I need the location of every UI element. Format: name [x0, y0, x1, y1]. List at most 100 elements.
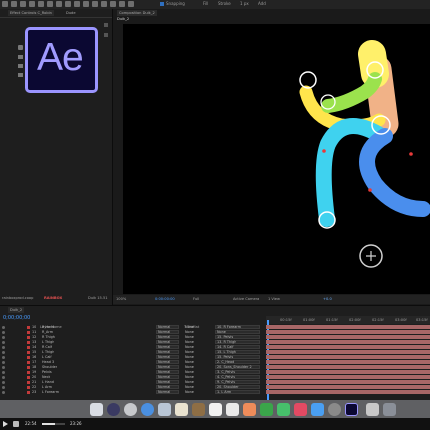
clone-tool-icon[interactable]	[101, 1, 107, 7]
messages-icon[interactable]	[260, 403, 273, 416]
effect-controls-tab[interactable]: Effect Controls C_Robin	[8, 10, 54, 16]
camera-tool-icon[interactable]	[47, 1, 53, 7]
time-ruler[interactable]: 00:15f 01:00f 01:15f 02:00f 02:15f 03:00…	[266, 316, 430, 324]
visibility-eye-icon[interactable]	[2, 391, 5, 394]
puppet-tool-icon[interactable]	[128, 1, 134, 7]
launchpad-icon[interactable]	[124, 403, 137, 416]
visibility-eye-icon[interactable]	[2, 336, 5, 339]
play-icon[interactable]	[3, 421, 8, 427]
label-color-swatch[interactable]	[27, 391, 30, 394]
facetime-icon[interactable]	[277, 403, 290, 416]
text-tool-icon[interactable]	[83, 1, 89, 7]
label-color-swatch[interactable]	[27, 356, 30, 359]
snapping-checkbox[interactable]	[160, 2, 164, 6]
layer-bar[interactable]	[266, 330, 430, 334]
camera-dropdown[interactable]: Active Camera	[233, 297, 259, 301]
home-icon[interactable]	[2, 1, 8, 7]
hand-tool-icon[interactable]	[20, 1, 26, 7]
layer-bar[interactable]	[266, 335, 430, 339]
app-store-icon[interactable]	[311, 403, 324, 416]
rotate-tool-icon[interactable]	[38, 1, 44, 7]
siri-icon[interactable]	[107, 403, 120, 416]
layer-bar[interactable]	[266, 365, 430, 369]
layer-bar[interactable]	[266, 340, 430, 344]
layer-bar[interactable]	[266, 355, 430, 359]
label-color-swatch[interactable]	[27, 371, 30, 374]
after-effects-icon[interactable]	[345, 403, 358, 416]
label-color-swatch[interactable]	[27, 381, 30, 384]
notes-icon[interactable]	[192, 403, 205, 416]
label-color-swatch[interactable]	[27, 361, 30, 364]
zoom-tool-icon[interactable]	[29, 1, 35, 7]
layer-trkmat[interactable]: None	[185, 390, 194, 395]
eraser-tool-icon[interactable]	[110, 1, 116, 7]
selection-tool-icon[interactable]	[11, 1, 17, 7]
visibility-eye-icon[interactable]	[2, 376, 5, 379]
photos-icon[interactable]	[243, 403, 256, 416]
layer-bar[interactable]	[266, 360, 430, 364]
visibility-eye-icon[interactable]	[2, 351, 5, 354]
label-color-swatch[interactable]	[27, 331, 30, 334]
add-label[interactable]: Add	[258, 1, 266, 6]
label-color-swatch[interactable]	[27, 386, 30, 389]
visibility-eye-icon[interactable]	[2, 371, 5, 374]
stroke-width[interactable]: 1 px	[240, 1, 249, 6]
layer-bar[interactable]	[266, 375, 430, 379]
timeline-current-time[interactable]: 0;00;00;00	[3, 315, 30, 321]
label-color-swatch[interactable]	[27, 351, 30, 354]
downloads-icon[interactable]	[366, 403, 379, 416]
rectangle-tool-icon[interactable]	[65, 1, 71, 7]
fill-label[interactable]: Fill	[203, 1, 208, 6]
volume-icon[interactable]	[13, 421, 19, 427]
head-shape[interactable]	[358, 40, 389, 88]
pan-behind-tool-icon[interactable]	[56, 1, 62, 7]
zoom-dropdown[interactable]: 100%	[116, 297, 126, 301]
visibility-eye-icon[interactable]	[2, 331, 5, 334]
visibility-eye-icon[interactable]	[2, 341, 5, 344]
label-color-swatch[interactable]	[27, 366, 30, 369]
progress-track[interactable]	[42, 423, 65, 425]
visibility-eye-icon[interactable]	[2, 381, 5, 384]
layer-bar[interactable]	[266, 325, 430, 329]
mail-icon[interactable]	[158, 403, 171, 416]
label-color-swatch[interactable]	[27, 326, 30, 329]
trash-icon[interactable]	[383, 403, 396, 416]
roto-brush-tool-icon[interactable]	[119, 1, 125, 7]
layer-bar[interactable]	[266, 370, 430, 374]
views-dropdown[interactable]: 1 View	[268, 297, 280, 301]
visibility-eye-icon[interactable]	[2, 361, 5, 364]
resolution-dropdown[interactable]: Full	[193, 297, 199, 301]
panel-tool-icon[interactable]	[18, 73, 23, 77]
layer-bar[interactable]	[266, 345, 430, 349]
visibility-eye-icon[interactable]	[2, 366, 5, 369]
timeline-comp-tab[interactable]: Duik_2	[8, 307, 25, 313]
layer-row[interactable]: 23 L Forearm Normal None 1. L Arm	[0, 390, 265, 395]
pen-tool-icon[interactable]	[74, 1, 80, 7]
label-color-swatch[interactable]	[27, 336, 30, 339]
label-color-swatch[interactable]	[27, 341, 30, 344]
visibility-eye-icon[interactable]	[2, 326, 5, 329]
exposure-value[interactable]: +0.0	[323, 297, 332, 301]
music-icon[interactable]	[294, 403, 307, 416]
layer-parent[interactable]: 1. L Arm	[217, 390, 231, 395]
layer-name[interactable]: L Forearm	[42, 390, 59, 395]
stroke-label[interactable]: Stroke	[218, 1, 231, 6]
panel-tool-icon[interactable]	[18, 64, 23, 68]
layer-bar[interactable]	[266, 380, 430, 384]
system-preferences-icon[interactable]	[328, 403, 341, 416]
visibility-eye-icon[interactable]	[2, 386, 5, 389]
panel-menu-icon[interactable]	[104, 23, 108, 27]
panel-tool-icon[interactable]	[18, 55, 23, 59]
layer-bar[interactable]	[266, 385, 430, 389]
label-color-swatch[interactable]	[27, 376, 30, 379]
calendar-icon[interactable]	[209, 403, 222, 416]
layer-bar[interactable]	[266, 390, 430, 394]
viewer-timecode[interactable]: 0:00:00:00	[155, 297, 175, 301]
visibility-eye-icon[interactable]	[2, 356, 5, 359]
label-color-swatch[interactable]	[27, 346, 30, 349]
dude-tab[interactable]: Dude	[64, 10, 78, 16]
layer-mode[interactable]: Normal	[158, 390, 170, 395]
layer-bar[interactable]	[266, 350, 430, 354]
breadcrumb[interactable]: Duik_2	[115, 16, 131, 22]
brush-tool-icon[interactable]	[92, 1, 98, 7]
